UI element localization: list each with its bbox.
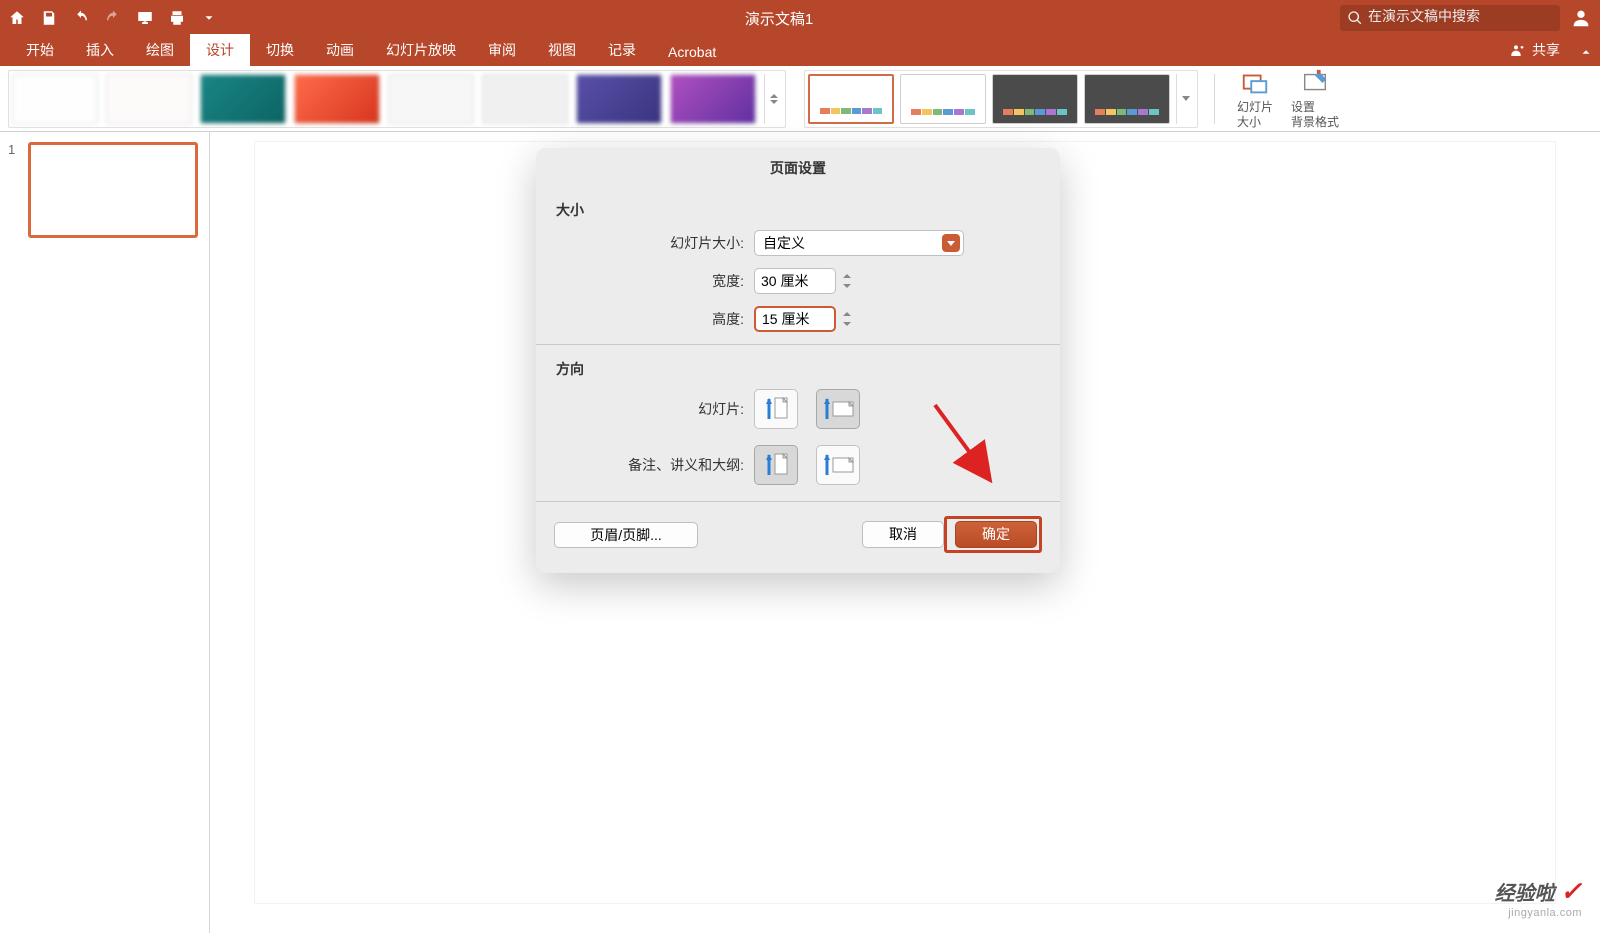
search-box[interactable] bbox=[1340, 5, 1560, 31]
collapse-ribbon-icon[interactable] bbox=[1572, 38, 1600, 66]
slides-landscape-button[interactable] bbox=[816, 389, 860, 429]
background-format-button[interactable]: 设置背景格式 bbox=[1285, 68, 1345, 129]
checkmark-icon: ✓ bbox=[1560, 876, 1582, 906]
slide-size-field-label: 幻灯片大小: bbox=[554, 233, 754, 253]
theme-thumb[interactable] bbox=[576, 74, 662, 124]
slide-number: 1 bbox=[8, 142, 20, 238]
slide-thumbnail[interactable] bbox=[28, 142, 198, 238]
variant-thumb[interactable] bbox=[900, 74, 986, 124]
theme-thumb[interactable] bbox=[482, 74, 568, 124]
theme-thumb[interactable] bbox=[670, 74, 756, 124]
theme-thumb[interactable] bbox=[12, 74, 98, 124]
tab-record[interactable]: 记录 bbox=[592, 34, 652, 66]
titlebar: 演示文稿1 bbox=[0, 0, 1600, 36]
quick-access-toolbar bbox=[8, 9, 218, 27]
height-value: 15 厘米 bbox=[762, 309, 809, 329]
bg-format-label-2: 背景格式 bbox=[1291, 115, 1339, 129]
ribbon: 幻灯片大小 设置背景格式 bbox=[0, 66, 1600, 132]
tab-review[interactable]: 审阅 bbox=[472, 34, 532, 66]
save-icon[interactable] bbox=[40, 9, 58, 27]
dialog-title: 页面设置 bbox=[536, 148, 1060, 188]
undo-icon[interactable] bbox=[72, 9, 90, 27]
slide-size-select-value: 自定义 bbox=[763, 233, 805, 253]
watermark: 经验啦 ✓ jingyanla.com bbox=[1495, 876, 1582, 919]
notes-portrait-button[interactable] bbox=[754, 445, 798, 485]
thumbnail-pane[interactable]: 1 bbox=[0, 132, 210, 933]
tab-slideshow[interactable]: 幻灯片放映 bbox=[370, 34, 472, 66]
cancel-button[interactable]: 取消 bbox=[862, 521, 944, 548]
home-icon[interactable] bbox=[8, 9, 26, 27]
slides-portrait-button[interactable] bbox=[754, 389, 798, 429]
theme-gallery[interactable] bbox=[8, 70, 786, 128]
slide-size-select[interactable]: 自定义 bbox=[754, 230, 964, 256]
orient-notes-label: 备注、讲义和大纲: bbox=[554, 455, 754, 475]
watermark-text: 经验啦 bbox=[1495, 883, 1555, 905]
dialog-separator bbox=[536, 501, 1060, 502]
tab-home[interactable]: 开始 bbox=[10, 34, 70, 66]
width-stepper[interactable] bbox=[839, 268, 855, 294]
height-label: 高度: bbox=[554, 309, 754, 329]
tab-acrobat[interactable]: Acrobat bbox=[652, 38, 732, 66]
page-setup-dialog: 页面设置 大小 幻灯片大小: 自定义 宽度: 30 厘米 高度: 15 厘米 方… bbox=[536, 148, 1060, 573]
width-label: 宽度: bbox=[554, 271, 754, 291]
share-label: 共享 bbox=[1532, 40, 1560, 60]
notes-landscape-button[interactable] bbox=[816, 445, 860, 485]
ribbon-tabbar: 开始 插入 绘图 设计 切换 动画 幻灯片放映 审阅 视图 记录 Acrobat… bbox=[0, 36, 1600, 66]
watermark-url: jingyanla.com bbox=[1495, 907, 1582, 919]
variant-thumb[interactable] bbox=[1084, 74, 1170, 124]
window-title: 演示文稿1 bbox=[218, 8, 1340, 29]
width-input[interactable]: 30 厘米 bbox=[754, 268, 836, 294]
tab-draw[interactable]: 绘图 bbox=[130, 34, 190, 66]
slide-size-label-1: 幻灯片 bbox=[1237, 100, 1273, 114]
width-value: 30 厘米 bbox=[761, 271, 808, 291]
theme-thumb[interactable] bbox=[200, 74, 286, 124]
bg-format-label-1: 设置 bbox=[1291, 100, 1315, 114]
qa-overflow-icon[interactable] bbox=[200, 9, 218, 27]
share-button[interactable]: 共享 bbox=[1498, 34, 1572, 66]
section-orientation-title: 方向 bbox=[556, 359, 1042, 379]
slide-size-label-2: 大小 bbox=[1237, 115, 1261, 129]
slide-size-button[interactable]: 幻灯片大小 bbox=[1231, 68, 1279, 129]
print-icon[interactable] bbox=[168, 9, 186, 27]
height-stepper[interactable] bbox=[839, 306, 855, 332]
variant-thumb[interactable] bbox=[992, 74, 1078, 124]
tab-design[interactable]: 设计 bbox=[190, 34, 250, 66]
tab-insert[interactable]: 插入 bbox=[70, 34, 130, 66]
variant-thumb[interactable] bbox=[808, 74, 894, 124]
ok-button-highlight: 确定 bbox=[944, 516, 1042, 553]
header-footer-button[interactable]: 页眉/页脚... bbox=[554, 522, 698, 548]
search-input[interactable] bbox=[1368, 8, 1550, 24]
theme-thumb[interactable] bbox=[294, 74, 380, 124]
theme-thumb[interactable] bbox=[388, 74, 474, 124]
theme-thumb[interactable] bbox=[106, 74, 192, 124]
height-input[interactable]: 15 厘米 bbox=[754, 306, 836, 332]
theme-gallery-more-icon[interactable] bbox=[764, 74, 782, 124]
dialog-separator bbox=[536, 344, 1060, 345]
ribbon-separator bbox=[1214, 74, 1215, 124]
ok-button[interactable]: 确定 bbox=[955, 521, 1037, 548]
redo-icon[interactable] bbox=[104, 9, 122, 27]
tab-view[interactable]: 视图 bbox=[532, 34, 592, 66]
chevron-down-icon bbox=[942, 234, 960, 252]
tab-transitions[interactable]: 切换 bbox=[250, 34, 310, 66]
variant-gallery-more-icon[interactable] bbox=[1176, 74, 1194, 124]
variant-gallery[interactable] bbox=[804, 70, 1198, 128]
orient-slides-label: 幻灯片: bbox=[554, 399, 754, 419]
slide-thumbnail-row[interactable]: 1 bbox=[8, 142, 201, 238]
tab-animations[interactable]: 动画 bbox=[310, 34, 370, 66]
account-icon[interactable] bbox=[1570, 7, 1592, 29]
section-size-title: 大小 bbox=[556, 200, 1042, 220]
present-icon[interactable] bbox=[136, 9, 154, 27]
titlebar-right bbox=[1340, 5, 1592, 31]
